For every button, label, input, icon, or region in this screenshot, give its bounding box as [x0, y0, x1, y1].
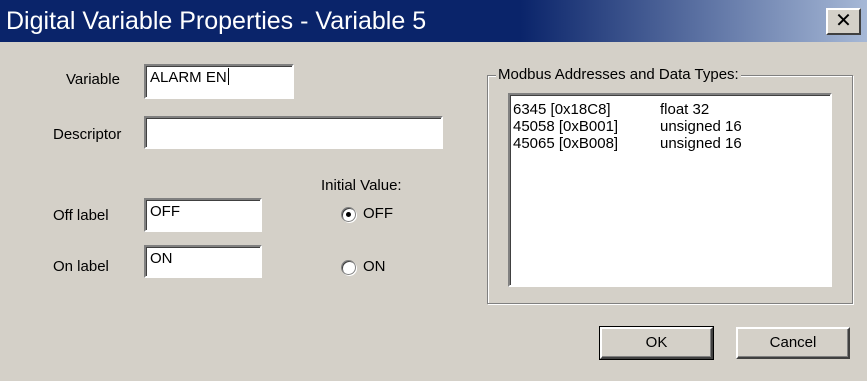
initial-value-on-label: ON — [363, 258, 386, 275]
off-label-label: Off label — [53, 207, 109, 224]
modbus-data-type: unsigned 16 — [660, 135, 742, 152]
list-item[interactable]: 45065 [0xB008] unsigned 16 — [513, 135, 827, 152]
list-item[interactable]: 45058 [0xB001] unsigned 16 — [513, 118, 827, 135]
variable-input-value: ALARM EN — [150, 69, 227, 86]
modbus-address: 6345 [0x18C8] — [513, 101, 611, 118]
initial-value-off-label: OFF — [363, 205, 393, 222]
title-bar[interactable]: Digital Variable Properties - Variable 5… — [0, 0, 867, 42]
on-label-label: On label — [53, 258, 109, 275]
radio-unchecked-icon — [341, 259, 356, 275]
initial-value-label: Initial Value: — [321, 177, 402, 194]
modbus-group-title: Modbus Addresses and Data Types: — [496, 65, 741, 85]
modbus-address: 45058 [0xB001] — [513, 118, 619, 135]
initial-value-off-radio[interactable]: OFF — [341, 205, 393, 223]
variable-label: Variable — [66, 71, 120, 88]
digital-variable-properties-dialog: Digital Variable Properties - Variable 5… — [0, 0, 867, 381]
on-label-input-value: ON — [150, 250, 173, 267]
on-label-input[interactable]: ON — [144, 245, 262, 278]
window-title: Digital Variable Properties - Variable 5 — [6, 7, 427, 35]
modbus-address-list[interactable]: 6345 [0x18C8] float 32 45058 [0xB001] un… — [508, 93, 832, 287]
close-button[interactable]: ✕ — [826, 8, 861, 35]
modbus-data-type: unsigned 16 — [660, 118, 742, 135]
modbus-data-type: float 32 — [660, 101, 710, 118]
text-caret — [227, 68, 229, 85]
variable-input[interactable]: ALARM EN — [144, 64, 294, 99]
list-item[interactable]: 6345 [0x18C8] float 32 — [513, 101, 827, 118]
descriptor-input[interactable] — [144, 116, 443, 149]
close-icon: ✕ — [835, 10, 852, 32]
descriptor-label: Descriptor — [53, 126, 122, 143]
modbus-groupbox: Modbus Addresses and Data Types: 6345 [0… — [487, 65, 853, 304]
off-label-input[interactable]: OFF — [144, 198, 262, 232]
modbus-address: 45065 [0xB008] — [513, 135, 619, 152]
off-label-input-value: OFF — [150, 203, 180, 220]
initial-value-on-radio[interactable]: ON — [341, 258, 386, 276]
radio-checked-icon — [341, 206, 356, 222]
cancel-button[interactable]: Cancel — [736, 327, 850, 359]
ok-button[interactable]: OK — [599, 326, 714, 360]
